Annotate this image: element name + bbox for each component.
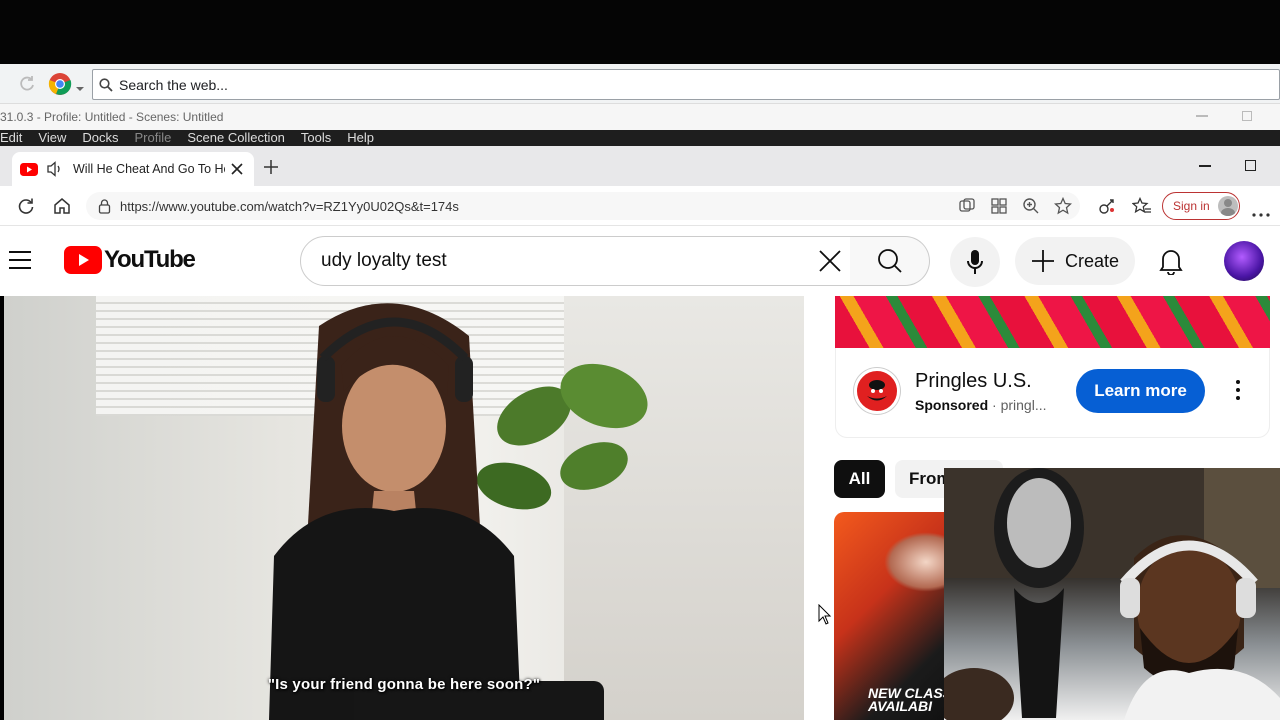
thumbnail-text: NEW CLASS AVAILABI — [868, 685, 949, 714]
more-options-icon[interactable] — [1252, 204, 1270, 217]
reload-icon[interactable] — [18, 75, 36, 93]
screen-top-black-area — [0, 0, 1280, 64]
mouse-cursor-icon — [818, 603, 832, 626]
edge-active-tab[interactable]: Will He Cheat And Go To He — [12, 152, 254, 186]
window-minimize-icon[interactable] — [1199, 165, 1211, 167]
obs-menu-profile[interactable]: Profile — [134, 130, 171, 146]
learn-more-button[interactable]: Learn more — [1076, 369, 1205, 413]
youtube-logo[interactable]: YouTube — [64, 246, 196, 274]
chrome-menu-chevron-icon[interactable] — [76, 80, 84, 91]
extensions-icon[interactable] — [990, 197, 1008, 215]
new-tab-icon[interactable] — [262, 158, 280, 176]
obs-menu-edit[interactable]: Edit — [0, 130, 22, 146]
youtube-search-button[interactable] — [850, 236, 930, 286]
url-text: https://www.youtube.com/watch?v=RZ1Yy0U0… — [120, 198, 459, 214]
hamburger-menu-icon[interactable] — [8, 250, 32, 270]
search-icon — [877, 249, 902, 273]
video-caption: "Is your friend gonna be here soon?" — [267, 676, 541, 693]
lock-icon[interactable] — [98, 198, 111, 214]
advertiser-name[interactable]: Pringles U.S. — [915, 370, 1032, 393]
address-bar[interactable]: https://www.youtube.com/watch?v=RZ1Yy0U0… — [86, 192, 1080, 220]
advertiser-logo[interactable] — [854, 368, 900, 414]
plus-icon — [1031, 250, 1054, 272]
ad-meta: Sponsored · pringl... — [915, 397, 1047, 413]
ad-banner-image[interactable] — [835, 296, 1270, 348]
notifications-bell-icon[interactable] — [1158, 247, 1184, 276]
video-player[interactable] — [4, 296, 804, 720]
face-art-image — [884, 532, 949, 592]
obs-title-text: 31.0.3 - Profile: Untitled - Scenes: Unt… — [0, 110, 224, 124]
favorite-star-icon[interactable] — [1053, 196, 1073, 215]
obs-window-title: 31.0.3 - Profile: Untitled - Scenes: Unt… — [0, 104, 1280, 130]
close-tab-icon[interactable] — [231, 163, 243, 175]
sign-in-label: Sign in — [1173, 199, 1210, 213]
app-available-icon[interactable] — [958, 197, 976, 215]
zoom-icon[interactable] — [1022, 197, 1040, 215]
youtube-play-logo-icon — [64, 246, 102, 274]
obs-minimize-icon[interactable] — [1196, 115, 1208, 117]
create-button[interactable]: Create — [1015, 237, 1135, 285]
webcam-overlay — [944, 468, 1280, 720]
obs-menu-help[interactable]: Help — [347, 130, 374, 146]
search-icon — [99, 77, 113, 92]
tab-title: Will He Cheat And Go To He — [73, 162, 225, 176]
streamer-image — [944, 468, 1280, 720]
obs-menu-bar: Edit View Docks Profile Scene Collection… — [0, 130, 1280, 146]
youtube-logo-text: YouTube — [104, 246, 196, 273]
clear-search-icon[interactable] — [818, 249, 842, 273]
chrome-logo-icon[interactable] — [48, 72, 72, 96]
obs-menu-scene-collection[interactable]: Scene Collection — [187, 130, 285, 146]
ad-separator: · — [992, 397, 1001, 413]
youtube-favicon-icon — [20, 162, 38, 176]
microphone-icon — [967, 250, 983, 274]
edge-reload-icon[interactable] — [17, 197, 35, 215]
create-label: Create — [1064, 250, 1120, 271]
obs-menu-docks[interactable]: Docks — [82, 130, 118, 146]
search-query-text: udy loyalty test — [321, 250, 447, 271]
speaker-icon[interactable] — [46, 161, 64, 177]
favorites-icon[interactable] — [1131, 196, 1152, 215]
home-icon[interactable] — [52, 196, 72, 216]
outer-search-input[interactable]: Search the web... — [92, 69, 1280, 100]
voice-search-button[interactable] — [950, 237, 1000, 287]
profile-avatar-icon — [1217, 196, 1238, 216]
ad-domain: pringl... — [1000, 397, 1047, 413]
ad-more-options-icon[interactable] — [1236, 380, 1240, 400]
window-maximize-icon[interactable] — [1245, 160, 1256, 171]
outer-search-placeholder: Search the web... — [119, 76, 228, 93]
youtube-search-input[interactable]: udy loyalty test — [300, 236, 851, 286]
obs-menu-view[interactable]: View — [38, 130, 66, 146]
chip-all[interactable]: All — [834, 460, 885, 498]
browser-essentials-icon[interactable] — [1098, 197, 1116, 215]
person-image — [259, 296, 529, 720]
recommended-video-thumbnail[interactable]: NEW CLASS AVAILABI — [834, 512, 949, 720]
sign-in-button[interactable]: Sign in — [1162, 192, 1240, 220]
obs-menu-tools[interactable]: Tools — [301, 130, 331, 146]
sponsored-label: Sponsored — [915, 397, 989, 413]
obs-restore-icon[interactable] — [1242, 111, 1252, 121]
user-avatar[interactable] — [1224, 241, 1264, 281]
